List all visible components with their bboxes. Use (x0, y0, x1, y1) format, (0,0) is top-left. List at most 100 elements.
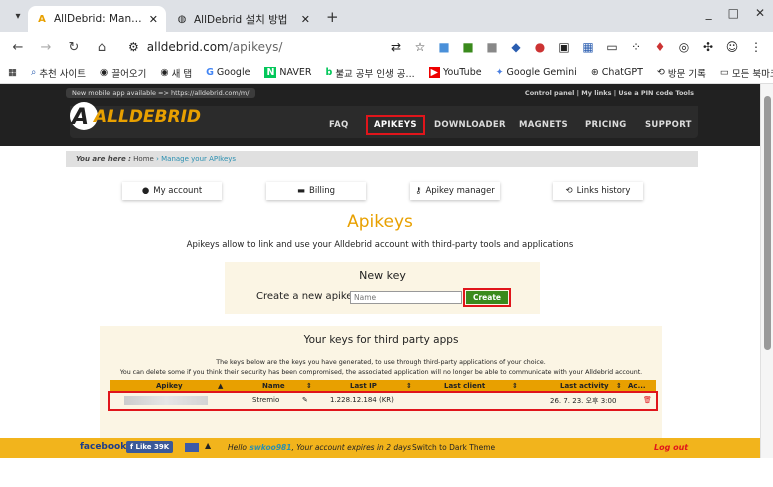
all-bookmarks[interactable]: ▭모든 북마크 (720, 66, 773, 80)
site-footer: facebook f Like 39K ▲ Hello swkoo981, Yo… (0, 438, 760, 458)
key-last-activity: 26. 7. 23. 오후 3:00 (550, 397, 617, 405)
my-account-button[interactable]: ● My account (122, 182, 222, 200)
language-flag-icon[interactable] (185, 443, 199, 452)
translate-icon[interactable]: ⇄ (389, 40, 403, 54)
home-icon[interactable]: ⌂ (94, 40, 110, 55)
card-icon: ▬ (296, 186, 305, 196)
apikey-manager-button[interactable]: ⚷ Apikey manager (410, 182, 500, 200)
tab-title: AllDebrid 설치 방법 (194, 13, 288, 26)
extension-icon[interactable]: ▦ (581, 40, 595, 54)
nav-pricing[interactable]: PRICING (585, 120, 627, 130)
nav-magnets[interactable]: MAGNETS (519, 120, 568, 130)
extension-icon[interactable]: ■ (485, 40, 499, 54)
chatgpt-icon: ⊛ (590, 67, 599, 78)
breadcrumb-current[interactable]: Manage your APIkeys (161, 155, 236, 163)
minimize-icon[interactable]: _ (706, 6, 712, 20)
extension-icon[interactable]: ♦ (653, 40, 667, 54)
col-last-ip[interactable]: Last IP (350, 382, 377, 390)
bookmarks-bar: ▦ ⌕ 추천 사이트 ◉ 끌어오기 ◉ 새 탭 G Google N NAVER b 불교 … (0, 62, 773, 84)
tab-search-icon[interactable]: ▾ (8, 4, 28, 28)
back-icon[interactable]: ← (10, 40, 26, 55)
mobile-app-notice[interactable]: New mobile app available => https://alld… (66, 88, 256, 98)
search-icon: ⌕ (30, 67, 37, 78)
col-actions[interactable]: Ac... (628, 382, 646, 390)
sort-icon[interactable]: ⇕ (306, 382, 312, 390)
bookmark-item[interactable]: ✦ Google Gemini (496, 67, 577, 78)
tab-title: AllDebrid: Manage your API (54, 13, 143, 25)
new-tab-button[interactable]: + (326, 8, 339, 26)
camera-icon[interactable]: ◎ (677, 40, 691, 54)
bookmark-item[interactable]: N NAVER (264, 67, 312, 78)
dark-theme-toggle[interactable]: Switch to Dark Theme (412, 443, 495, 452)
extension-icon[interactable]: ■ (461, 40, 475, 54)
tab-alldebrid-install[interactable]: ◍ AllDebrid 설치 방법 ✕ (168, 6, 318, 32)
nav-downloader[interactable]: DOWNLOADER (434, 120, 506, 130)
edit-icon[interactable]: ✎ (302, 396, 308, 404)
new-key-panel: New key Create a new apikey : Create (225, 262, 540, 314)
apikey-name-input[interactable] (350, 291, 462, 304)
globe-icon: ◍ (177, 13, 187, 25)
puzzle-icon[interactable]: ✣ (701, 40, 715, 54)
bookmark-item[interactable]: ⊛ ChatGPT (591, 67, 643, 78)
sort-icon[interactable]: ⇕ (406, 382, 412, 390)
nav-faq[interactable]: FAQ (329, 120, 349, 130)
bookmark-item[interactable]: ▶ YouTube (428, 67, 482, 78)
create-button[interactable]: Create (466, 291, 508, 304)
facebook-like-button[interactable]: f Like 39K (126, 441, 174, 453)
logout-link[interactable]: Log out (654, 443, 688, 452)
billing-button[interactable]: ▬ Billing (266, 182, 366, 200)
tab-alldebrid-apikeys[interactable]: A AllDebrid: Manage your API ✕ (28, 6, 166, 32)
nav-support[interactable]: SUPPORT (645, 120, 692, 130)
nav-apikeys[interactable]: APIKEYS (366, 115, 425, 135)
url-path: /apikeys/ (228, 40, 283, 54)
delete-icon[interactable]: 🗑 (643, 396, 652, 404)
reload-icon[interactable]: ↻ (66, 40, 82, 55)
key-last-ip: 1.228.12.184 (KR) (330, 396, 394, 404)
col-last-client[interactable]: Last client (444, 382, 485, 390)
account-status: Hello swkoo981, Your account expires in … (228, 443, 412, 452)
sort-up-icon[interactable]: ▲ (218, 382, 223, 390)
bookmark-item[interactable]: ◉ 새 탭 (160, 66, 192, 80)
apps-grid-icon[interactable]: ▦ (8, 67, 17, 78)
youtube-icon: ▶ (428, 67, 440, 78)
extension-icon[interactable]: ⁘ (629, 40, 643, 54)
col-last-activity[interactable]: Last activity (560, 382, 609, 390)
breadcrumb-home[interactable]: Home (133, 155, 154, 163)
bookmark-item[interactable]: G Google (206, 67, 250, 78)
menu-kebab-icon[interactable]: ⋮ (749, 40, 763, 54)
page-scrollbar[interactable] (760, 84, 773, 458)
links-history-button[interactable]: ⟲ Links history (553, 182, 643, 200)
extension-icon[interactable]: ● (533, 40, 547, 54)
maximize-icon[interactable]: □ (728, 6, 739, 20)
extension-icon[interactable]: ◆ (509, 40, 523, 54)
facebook-link[interactable]: facebook (80, 442, 126, 452)
bookmark-star-icon[interactable]: ☆ (413, 40, 427, 54)
chevron-up-icon[interactable]: ▲ (205, 441, 211, 450)
bookmark-item[interactable]: b 불교 공부 인생 공... (326, 66, 415, 80)
history-icon: ⟲ (565, 186, 573, 196)
col-name[interactable]: Name (262, 382, 285, 390)
close-tab-icon[interactable]: ✕ (149, 13, 158, 26)
new-key-label: Create a new apikey : (256, 291, 365, 302)
scrollbar-thumb[interactable] (764, 96, 771, 350)
alldebrid-logo[interactable]: A ALLDEBRID (68, 98, 218, 134)
close-window-icon[interactable]: ✕ (755, 6, 765, 20)
sort-icon[interactable]: ⇕ (512, 382, 518, 390)
keys-heading: Your keys for third party apps (303, 334, 459, 346)
bookmark-item[interactable]: ⟲ 방문 기록 (657, 66, 706, 80)
forward-icon[interactable]: → (38, 40, 54, 55)
address-bar[interactable]: ⚙ alldebrid.com/apikeys/ (128, 40, 282, 54)
sort-icon[interactable]: ⇕ (616, 382, 622, 390)
extension-icon[interactable]: ▣ (557, 40, 571, 54)
close-tab-icon[interactable]: ✕ (301, 13, 310, 26)
breadcrumb-label: You are here : (76, 155, 131, 163)
profile-avatar-icon[interactable]: ☺ (725, 40, 739, 54)
bookmark-item[interactable]: ◉ 끌어오기 (100, 66, 146, 80)
account-links[interactable]: Control panel | My links | Use a PIN cod… (525, 89, 694, 97)
bookmark-item[interactable]: ⌕ 추천 사이트 (31, 66, 86, 80)
extension-icon[interactable]: ■ (437, 40, 451, 54)
site-info-icon[interactable]: ⚙ (128, 40, 139, 54)
extension-icon[interactable]: ▭ (605, 40, 619, 54)
col-apikey[interactable]: Apikey (156, 382, 183, 390)
naver-icon: N (264, 67, 277, 78)
